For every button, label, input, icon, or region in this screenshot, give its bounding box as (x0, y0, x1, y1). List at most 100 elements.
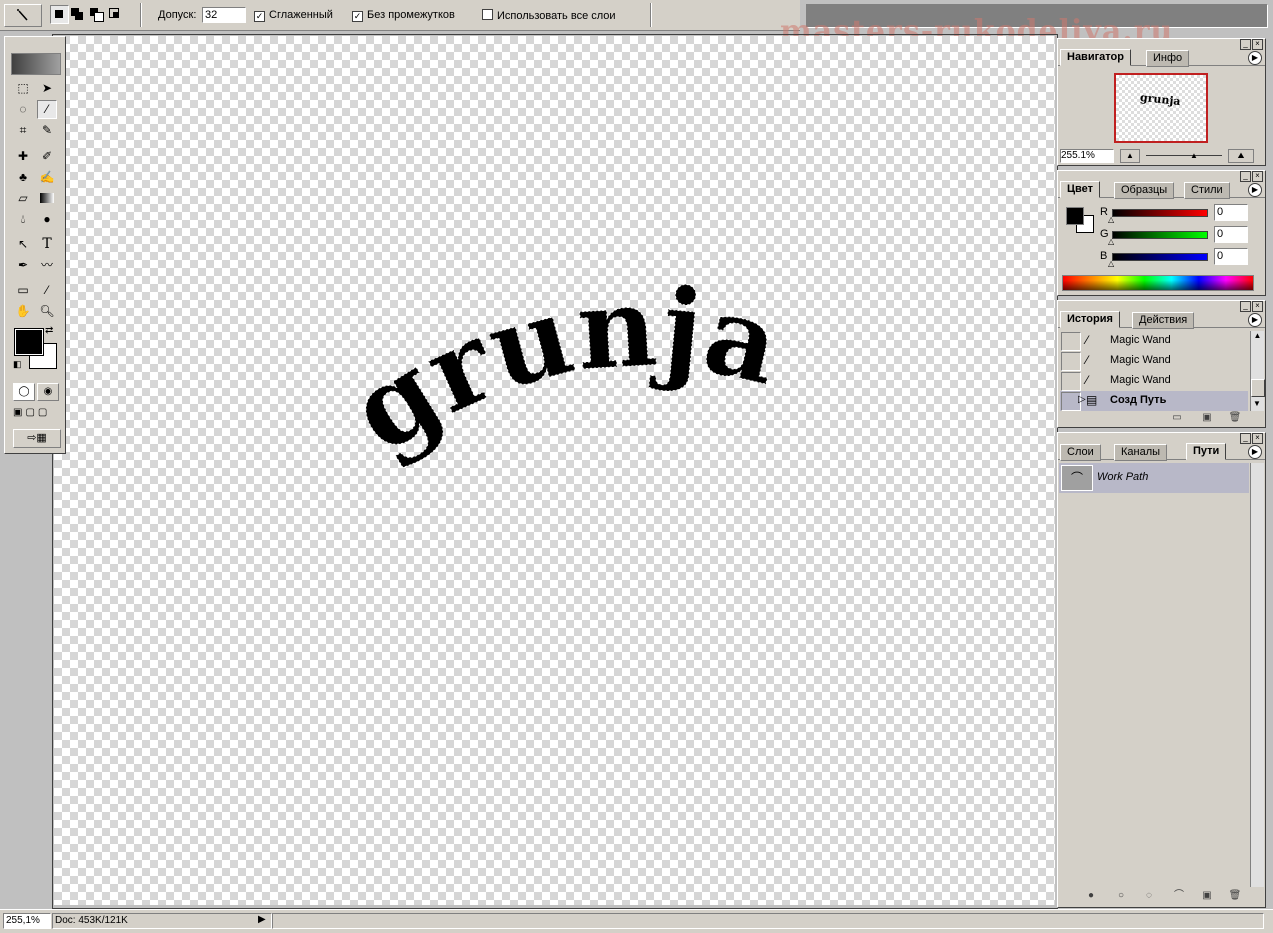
new-selection-button[interactable] (50, 5, 69, 24)
stroke-path-icon[interactable]: ○ (1112, 889, 1130, 903)
eyedropper-tool-icon[interactable]: ⁄ (37, 281, 57, 300)
panel-menu-icon[interactable]: ▶ (1248, 313, 1262, 327)
separator (140, 3, 142, 27)
status-zoom-field[interactable]: 255,1% (3, 913, 51, 929)
history-snapshot-box[interactable] (1061, 352, 1081, 371)
history-brush-tool-icon[interactable]: ✍ (37, 168, 57, 187)
new-path-icon[interactable]: ▣ (1198, 889, 1216, 903)
spectrum-bar[interactable] (1062, 275, 1254, 291)
paths-panel: _ × Слои Каналы Пути ▶ ⌒ Work Path ● ○ ◌… (1057, 432, 1266, 908)
scroll-down-icon[interactable]: ▼ (1251, 399, 1263, 411)
red-value-field[interactable]: 0 (1214, 204, 1248, 221)
make-work-path-icon[interactable]: ⌒ (1170, 889, 1188, 903)
scroll-thumb[interactable] (1251, 379, 1265, 397)
default-colors-icon[interactable]: ◧ (13, 359, 22, 370)
history-item[interactable]: ⁄ Magic Wand (1060, 371, 1248, 391)
contiguous-checkbox[interactable]: ✓ Без промежутков (352, 9, 455, 22)
status-menu-arrow-icon[interactable]: ▶ (258, 914, 266, 925)
trash-icon[interactable]: 🗑︎ (1226, 411, 1244, 425)
stamp-tool-icon[interactable]: ♣ (13, 168, 33, 187)
crop-tool-icon[interactable]: ⌗ (13, 121, 33, 140)
gradient-tool-icon[interactable] (37, 189, 57, 208)
document-canvas[interactable]: grunja (54, 36, 1055, 905)
path-row[interactable]: ⌒ Work Path (1059, 463, 1249, 493)
standard-mode-button[interactable]: ◯ (13, 383, 35, 401)
blur-tool-icon[interactable]: 💧︎ (13, 210, 33, 229)
add-selection-button[interactable] (69, 6, 86, 23)
tab-styles[interactable]: Стили (1184, 182, 1230, 199)
jump-to-imageready-button[interactable]: ⇨▦ (13, 429, 61, 448)
magic-wand-tool-preset[interactable] (4, 4, 42, 27)
trash-icon[interactable]: 🗑︎ (1226, 889, 1244, 903)
dodge-tool-icon[interactable]: ● (37, 210, 57, 229)
tab-channels[interactable]: Каналы (1114, 444, 1168, 461)
toolbox-header-logo[interactable] (11, 53, 61, 75)
history-scrollbar[interactable]: ▲ ▼ (1250, 331, 1265, 411)
brush-tool-icon[interactable]: ✐ (37, 147, 57, 166)
blue-value-field[interactable]: 0 (1214, 248, 1248, 265)
all-layers-checkbox[interactable]: Использовать все слои (482, 9, 616, 22)
zoom-tool-icon[interactable]: 🔍︎ (37, 302, 57, 321)
history-item[interactable]: ⁄ Magic Wand (1060, 331, 1248, 351)
magic-wand-tool-icon[interactable]: ⁄ (37, 100, 57, 119)
red-slider[interactable] (1112, 209, 1208, 217)
marquee-tool-icon[interactable]: ⬚ (13, 79, 33, 98)
hand-tool-icon[interactable]: ✋ (13, 302, 33, 321)
path-selection-tool-icon[interactable]: ↖ (13, 235, 33, 254)
panel-menu-icon[interactable]: ▶ (1248, 183, 1262, 197)
zoom-field[interactable]: 255.1% (1060, 149, 1114, 163)
move-tool-icon[interactable]: ➤ (37, 79, 57, 98)
quick-mask-button[interactable]: ◉ (37, 383, 59, 401)
intersect-selection-button[interactable] (107, 6, 124, 23)
history-item[interactable]: ⁄ Magic Wand (1060, 351, 1248, 371)
tab-history[interactable]: История (1060, 311, 1120, 328)
antialias-checkbox[interactable]: ✓ Сглаженный (254, 9, 333, 22)
swap-colors-icon[interactable]: ⇄ (45, 325, 53, 336)
green-slider-thumb[interactable]: △ (1108, 237, 1114, 246)
new-snapshot-icon[interactable]: ▣ (1198, 411, 1216, 425)
pen-tool-icon[interactable]: ✒ (13, 256, 33, 275)
tab-swatches[interactable]: Образцы (1114, 182, 1175, 199)
healing-brush-tool-icon[interactable]: ✚ (13, 147, 33, 166)
type-tool-icon[interactable]: T (37, 235, 57, 254)
blue-slider[interactable] (1112, 253, 1208, 261)
shape-tool-icon[interactable]: 〰 (37, 256, 57, 275)
green-slider[interactable] (1112, 231, 1208, 239)
tab-paths[interactable]: Пути (1186, 443, 1227, 460)
zoom-out-icon[interactable]: ▲ (1120, 149, 1140, 163)
scroll-up-icon[interactable]: ▲ (1251, 331, 1264, 343)
zoom-in-icon[interactable]: ⛰ (1228, 149, 1254, 163)
load-selection-icon[interactable]: ◌ (1140, 889, 1158, 903)
slice-tool-icon[interactable]: ✎ (37, 121, 57, 140)
lasso-tool-icon[interactable]: ◌ (13, 100, 33, 119)
fill-path-icon[interactable]: ● (1082, 889, 1100, 903)
zoom-slider[interactable] (1146, 155, 1222, 156)
panel-menu-icon[interactable]: ▶ (1248, 445, 1262, 459)
tab-color[interactable]: Цвет (1060, 181, 1101, 198)
eraser-tool-icon[interactable]: ▱ (13, 189, 33, 208)
tolerance-input[interactable]: 32 (202, 7, 246, 23)
notes-tool-icon[interactable]: ▭ (13, 281, 33, 300)
blue-slider-thumb[interactable]: △ (1108, 259, 1114, 268)
tolerance-label: Допуск: (158, 9, 197, 21)
new-document-from-state-icon[interactable]: ▭ (1168, 411, 1186, 425)
history-snapshot-box[interactable] (1061, 372, 1081, 391)
red-slider-thumb[interactable]: △ (1108, 215, 1114, 224)
color-fg-swatch[interactable] (1066, 207, 1084, 225)
magic-wand-icon: ⁄ (1086, 373, 1089, 387)
path-name: Work Path (1097, 471, 1149, 483)
tab-navigator[interactable]: Навигатор (1060, 49, 1131, 66)
panel-menu-icon[interactable]: ▶ (1248, 51, 1262, 65)
history-snapshot-box[interactable] (1061, 332, 1081, 351)
history-item-selected[interactable]: ▷ ▤ Созд Путь (1060, 391, 1248, 411)
paths-scroll-track[interactable] (1250, 463, 1264, 887)
foreground-color-swatch[interactable] (14, 328, 44, 356)
green-value-field[interactable]: 0 (1214, 226, 1248, 243)
panel-titlebar: _ × (1058, 301, 1265, 312)
screen-mode-buttons[interactable]: ▣▢▢ (13, 407, 61, 421)
tab-info[interactable]: Инфо (1146, 50, 1190, 67)
tab-actions[interactable]: Действия (1132, 312, 1195, 329)
subtract-selection-button[interactable] (88, 6, 105, 23)
tab-layers[interactable]: Слои (1060, 444, 1101, 461)
zoom-slider-thumb[interactable]: ▲ (1190, 151, 1198, 160)
